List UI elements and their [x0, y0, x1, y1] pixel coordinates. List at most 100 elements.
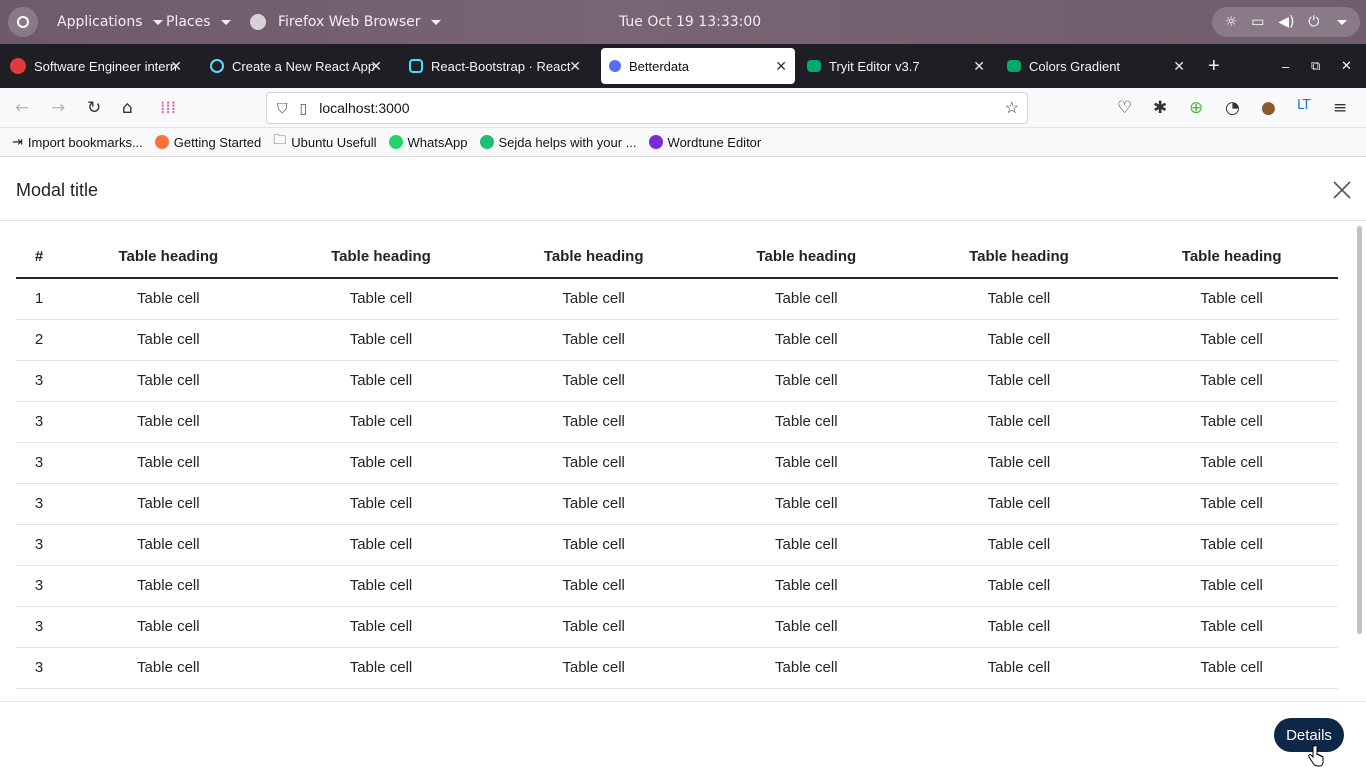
- row-index-cell: 3: [16, 647, 62, 689]
- table-cell: Table cell: [699, 360, 913, 402]
- plus-icon: +: [1208, 54, 1220, 77]
- bookmark-sejda[interactable]: Sejda helps with your ...: [479, 135, 637, 150]
- new-tab-button[interactable]: +: [1208, 44, 1228, 88]
- table-cell: Table cell: [487, 278, 700, 320]
- extension-plus-icon[interactable]: ⊕: [1189, 98, 1203, 118]
- extension-cookie-icon[interactable]: ●: [1261, 98, 1276, 118]
- tab-tryit-editor[interactable]: Tryit Editor v3.7 ✕: [807, 44, 993, 88]
- close-tab-icon[interactable]: ✕: [569, 58, 581, 75]
- table-cell: Table cell: [274, 606, 488, 648]
- apps-grid-icon[interactable]: ⁞⁞⁞: [160, 98, 176, 118]
- table-cell: Table cell: [274, 319, 488, 361]
- betterdata-icon: [609, 60, 621, 72]
- row-index-cell: 3: [16, 401, 62, 443]
- places-menu[interactable]: Places: [166, 0, 231, 44]
- column-header-index: #: [16, 236, 62, 279]
- volume-icon: ◀): [1278, 14, 1295, 30]
- extension-lt-icon[interactable]: LT: [1297, 98, 1310, 113]
- minimize-button[interactable]: –: [1282, 44, 1296, 88]
- close-tab-icon[interactable]: ✕: [973, 58, 985, 75]
- table-cell: Table cell: [699, 524, 913, 566]
- activities-button[interactable]: [8, 7, 38, 37]
- table-cell: Table cell: [912, 647, 1126, 689]
- bookmark-getting-started[interactable]: Getting Started: [154, 135, 261, 150]
- address-bar[interactable]: ⛉ ▯ localhost:3000 ☆: [266, 92, 1028, 124]
- react-bootstrap-icon: [409, 59, 423, 73]
- close-tab-icon[interactable]: ✕: [775, 58, 787, 75]
- column-header: Table heading: [912, 236, 1126, 279]
- applications-menu[interactable]: Applications: [57, 0, 163, 44]
- firefox-app-menu[interactable]: Firefox Web Browser: [250, 0, 441, 44]
- table-cell: Table cell: [699, 442, 913, 484]
- screen-icon: ▭: [1251, 14, 1265, 30]
- star-icon[interactable]: ☆: [1005, 98, 1019, 118]
- power-icon: ⏻: [1308, 14, 1320, 30]
- pocket-icon[interactable]: ♡: [1117, 98, 1132, 118]
- minimize-icon: –: [1282, 58, 1290, 74]
- row-index-cell: 3: [16, 483, 62, 525]
- table-cell: Table cell: [62, 483, 275, 525]
- column-header: Table heading: [62, 236, 275, 279]
- close-window-button[interactable]: ✕: [1341, 44, 1355, 88]
- reload-icon[interactable]: ↻: [87, 98, 101, 118]
- table-cell: Table cell: [1125, 442, 1338, 484]
- tab-betterdata[interactable]: Betterdata ✕: [601, 48, 795, 84]
- table-cell: Table cell: [62, 442, 275, 484]
- column-header: Table heading: [274, 236, 488, 279]
- bookmark-whatsapp[interactable]: WhatsApp: [388, 135, 468, 150]
- brightness-icon: ☼: [1224, 14, 1238, 30]
- hamburger-menu-icon[interactable]: ≡: [1333, 98, 1347, 118]
- page-icon: ▯: [299, 99, 308, 116]
- clock[interactable]: Tue Oct 19 13:33:00: [619, 0, 761, 44]
- system-top-bar: Applications Places Firefox Web Browser …: [0, 0, 1366, 44]
- table-cell: Table cell: [62, 360, 275, 402]
- table-cell: Table cell: [62, 401, 275, 443]
- bookmark-wordtune[interactable]: Wordtune Editor: [648, 135, 761, 150]
- tab-create-react-app[interactable]: Create a New React App ✕: [210, 44, 390, 88]
- modal-title: Modal title: [16, 180, 99, 200]
- table-cell: Table cell: [487, 565, 700, 607]
- table-row: 3 Table cell Table cell Table cell Table cel…: [16, 647, 1338, 689]
- table-cell: Table cell: [699, 319, 913, 361]
- column-header: Table heading: [699, 236, 913, 279]
- close-tab-icon[interactable]: ✕: [370, 58, 382, 75]
- tab-react-bootstrap[interactable]: React-Bootstrap · React ✕: [409, 44, 589, 88]
- forward-icon[interactable]: →: [51, 98, 65, 118]
- table-row: 3 Table cell Table cell Table cell Table cel…: [16, 606, 1338, 648]
- table-cell: Table cell: [1125, 278, 1338, 320]
- row-index-cell: 2: [16, 319, 62, 361]
- url-text[interactable]: localhost:3000: [319, 100, 409, 116]
- table-row: 2 Table cell Table cell Table cell Table cel…: [16, 319, 1338, 361]
- firefox-icon: [154, 135, 169, 149]
- row-index-cell: 1: [16, 278, 62, 320]
- tab-colors-gradient[interactable]: Colors Gradient ✕: [1007, 44, 1193, 88]
- bookmark-import[interactable]: ⇥ Import bookmarks...: [12, 134, 143, 150]
- table-row: 3 Table cell Table cell Table cell Table cel…: [16, 360, 1338, 402]
- shield-icon[interactable]: ⛉: [277, 100, 288, 117]
- folder-icon: 🗀: [273, 132, 287, 147]
- tab-favicon-icon: [10, 58, 26, 74]
- close-icon[interactable]: [1331, 179, 1353, 201]
- tab-software-engineer[interactable]: Software Engineer intern ✕: [10, 44, 190, 88]
- whatsapp-icon: [388, 135, 403, 149]
- extension-timer-icon[interactable]: ◔: [1225, 98, 1240, 118]
- maximize-button[interactable]: ⧉: [1311, 44, 1325, 88]
- row-index-cell: 3: [16, 360, 62, 402]
- back-icon[interactable]: ←: [15, 98, 29, 118]
- table-cell: Table cell: [912, 524, 1126, 566]
- chevron-down-icon: [430, 19, 441, 25]
- react-icon: [210, 59, 224, 73]
- extension-gnome-icon[interactable]: ✱: [1153, 98, 1167, 118]
- w3schools-icon: [807, 60, 821, 72]
- close-tab-icon[interactable]: ✕: [1173, 58, 1185, 75]
- close-tab-icon[interactable]: ✕: [170, 58, 182, 75]
- table-cell: Table cell: [274, 565, 488, 607]
- table-cell: Table cell: [274, 442, 488, 484]
- home-icon[interactable]: ⌂: [122, 98, 133, 118]
- table-cell: Table cell: [912, 565, 1126, 607]
- system-tray[interactable]: ☼ ▭ ◀) ⏻: [1212, 7, 1360, 37]
- scrollbar[interactable]: [1357, 226, 1362, 634]
- table-cell: Table cell: [699, 647, 913, 689]
- table-cell: Table cell: [1125, 360, 1338, 402]
- bookmark-ubuntu-usefull[interactable]: 🗀 Ubuntu Usefull: [273, 131, 376, 153]
